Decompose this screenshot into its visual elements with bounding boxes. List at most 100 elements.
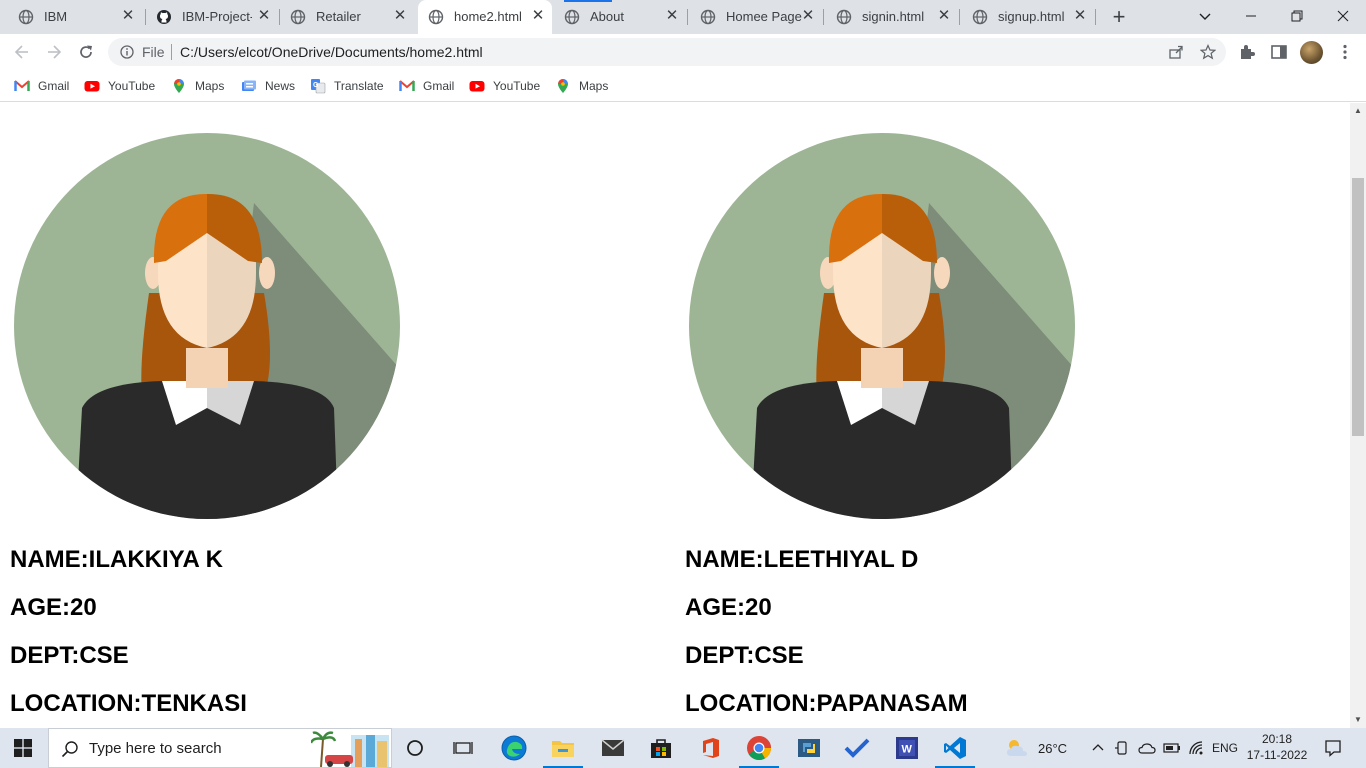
close-icon[interactable]: ✕ [664,8,680,24]
share-icon[interactable] [1168,44,1184,60]
restore-button[interactable] [1274,0,1320,30]
minimize-button[interactable] [1228,0,1274,30]
tab-title: signin.html [862,9,925,24]
taskbar-chrome[interactable] [736,728,782,768]
notifications-button[interactable] [1324,728,1342,768]
taskbar-search-box[interactable]: Type here to search [48,728,392,768]
close-icon[interactable]: ✕ [530,8,546,24]
tray-onedrive[interactable] [1138,728,1156,768]
taskbar-edge[interactable] [491,728,537,768]
tray-battery[interactable] [1163,728,1181,768]
tab-home2[interactable]: home2.html ✕ [418,0,552,34]
browser-toolbar: File C:/Users/elcot/OneDrive/Documents/h… [0,34,1366,70]
bookmark-label: Maps [195,79,225,93]
taskbar-mail[interactable] [590,728,636,768]
vertical-scrollbar[interactable]: ▲ ▼ [1350,103,1366,728]
tab-about[interactable]: About ✕ [554,0,688,34]
arrow-left-icon [14,45,28,59]
bookmark-label: YouTube [493,79,541,93]
windows-logo-icon [14,739,32,757]
close-window-button[interactable] [1320,0,1366,30]
weather-widget[interactable]: 26°C [1004,728,1067,768]
show-hidden-icons-button[interactable] [1092,728,1104,768]
reload-button[interactable] [74,40,98,64]
bookmark-label: Translate [334,79,384,93]
office-icon [703,738,719,758]
bookmark-maps[interactable]: Maps [555,77,608,95]
taskbar-office[interactable] [688,728,734,768]
address-bar[interactable]: File C:/Users/elcot/OneDrive/Documents/h… [108,38,1226,66]
bookmark-label: News [265,79,296,93]
tab-homee-page[interactable]: Homee Page ✕ [690,0,824,34]
close-icon [1337,10,1349,22]
bookmark-translate[interactable]: G Translate [310,77,384,95]
start-button[interactable] [0,728,46,768]
battery-icon [1163,743,1180,753]
close-icon[interactable]: ✕ [256,8,272,24]
back-button[interactable] [10,40,34,64]
profile-card: NAME:ILAKKIYA K AGE:20 DEPT:CSE LOCATION… [0,103,660,728]
taskbar-store[interactable] [638,728,684,768]
onedrive-cloud-icon [1138,743,1156,754]
taskbar-vscode[interactable] [932,728,978,768]
close-icon[interactable]: ✕ [392,8,408,24]
bookmark-maps[interactable]: Maps [171,77,224,95]
profile-name: NAME:LEETHIYAL D [685,546,919,573]
tab-search-button[interactable] [1182,0,1228,30]
windows-taskbar: Type here to search W 26°C ENG 20:18 17-… [0,728,1366,768]
bookmark-youtube[interactable]: YouTube [469,77,540,95]
bookmark-gmail[interactable]: Gmail [14,77,69,95]
profile-age: AGE:20 [10,594,97,621]
scroll-down-arrow-icon[interactable]: ▼ [1354,715,1362,724]
taskbar-file-explorer[interactable] [540,728,586,768]
side-panel-icon[interactable] [1270,43,1288,61]
bookmark-youtube[interactable]: YouTube [84,77,155,95]
tray-meet-now[interactable] [1114,728,1130,768]
cortana-button[interactable] [392,728,438,768]
forward-button[interactable] [42,40,66,64]
tray-language[interactable]: ENG [1212,728,1238,768]
bookmark-gmail[interactable]: Gmail [399,77,454,95]
weather-temp: 26°C [1038,740,1068,756]
tab-title: signup.html [998,9,1065,24]
taskbar-clock[interactable]: 20:18 17-11-2022 [1246,731,1308,763]
tab-ibm[interactable]: IBM ✕ [8,0,146,34]
close-icon[interactable]: ✕ [120,8,136,24]
search-highlight-image [311,731,389,767]
profile-avatar[interactable] [1300,41,1323,64]
chevron-up-icon [1092,744,1104,751]
star-icon[interactable] [1200,44,1216,60]
close-icon[interactable]: ✕ [936,8,952,24]
wifi-icon [1189,741,1203,755]
profile-location: LOCATION:TENKASI [10,690,247,717]
clock-date: 17-11-2022 [1246,748,1308,762]
scrollbar-thumb[interactable] [1352,178,1364,436]
taskbar-word[interactable]: W [884,728,930,768]
tab-signin[interactable]: signin.html ✕ [826,0,960,34]
news-icon [242,80,256,91]
tab-retailer[interactable]: Retailer ✕ [280,0,416,34]
folder-icon [552,741,574,757]
new-tab-button[interactable]: + [1108,6,1130,28]
vscode-icon [944,737,966,759]
close-icon[interactable]: ✕ [1072,8,1088,24]
python-idle-icon [798,739,820,757]
tab-ibm-project[interactable]: IBM-Project-4 ✕ [146,0,280,34]
task-view-button[interactable] [440,728,486,768]
scroll-up-arrow-icon[interactable]: ▲ [1354,106,1362,115]
info-icon[interactable] [120,45,134,59]
tab-signup[interactable]: signup.html ✕ [962,0,1096,34]
url-scheme-label: File [142,44,165,60]
gmail-icon [399,80,415,91]
tray-network[interactable] [1188,728,1204,768]
more-vert-icon[interactable] [1336,43,1354,61]
taskbar-python[interactable] [786,728,832,768]
cortana-icon [407,740,423,756]
taskbar-todo[interactable] [834,728,880,768]
word-icon: W [896,737,918,759]
close-icon[interactable]: ✕ [800,8,816,24]
bookmark-news[interactable]: News [241,77,295,95]
extensions-icon[interactable] [1238,43,1256,61]
bookmarks-bar: Gmail YouTube Maps News G Translate Gmai… [0,70,1366,102]
url-text[interactable]: C:/Users/elcot/OneDrive/Documents/home2.… [180,44,483,60]
